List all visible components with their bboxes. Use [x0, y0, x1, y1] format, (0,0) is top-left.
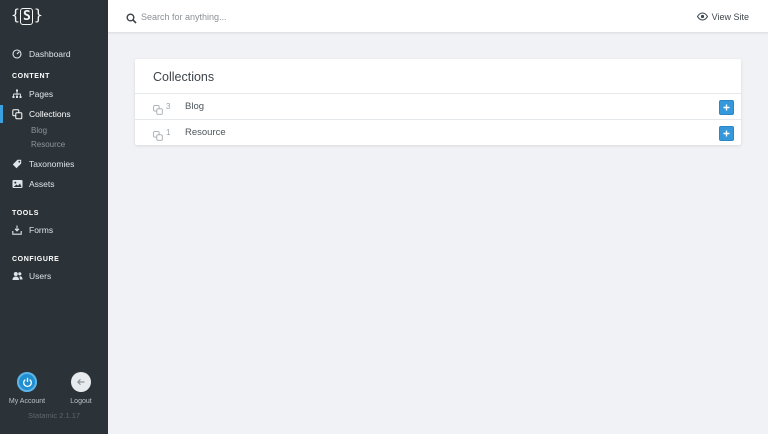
- section-content-title: CONTENT: [12, 73, 51, 80]
- logout-button[interactable]: Logout: [61, 372, 101, 405]
- nav-users[interactable]: Users: [0, 267, 108, 285]
- sitemap-icon: [11, 88, 23, 100]
- table-row[interactable]: 3 Blog: [135, 93, 741, 119]
- nav-dashboard-label: Dashboard: [29, 49, 71, 59]
- view-site-link[interactable]: View Site: [696, 11, 749, 22]
- nav-pages-label: Pages: [29, 89, 54, 99]
- nav-collections-label: Collections: [29, 109, 71, 119]
- inbox-download-icon: [11, 224, 23, 236]
- collection-name-link[interactable]: Blog: [185, 101, 204, 112]
- section-configure-title: CONFIGURE: [12, 256, 60, 263]
- collection-name-link[interactable]: Resource: [185, 127, 226, 138]
- add-entry-button[interactable]: [719, 126, 734, 141]
- statamic-logo[interactable]: {S}: [11, 6, 43, 25]
- sidebar: {S} Dashboard CONTENT Pages Collections …: [0, 0, 108, 434]
- eye-icon: [696, 11, 708, 22]
- plus-icon: [723, 104, 730, 111]
- entry-count: 3: [166, 102, 171, 111]
- nav-pages[interactable]: Pages: [0, 85, 108, 103]
- section-tools-title: TOOLS: [12, 210, 39, 217]
- my-account-button[interactable]: My Account: [7, 372, 47, 405]
- nav-forms-label: Forms: [29, 225, 54, 235]
- add-entry-button[interactable]: [719, 100, 734, 115]
- collection-icon: [153, 128, 163, 141]
- image-icon: [11, 178, 23, 190]
- nav-users-label: Users: [29, 271, 52, 281]
- search-input[interactable]: [141, 8, 561, 25]
- page-title: Collections: [153, 70, 215, 84]
- nav-assets-label: Assets: [29, 179, 55, 189]
- plus-icon: [723, 130, 730, 137]
- power-icon: [17, 372, 37, 392]
- arrow-left-icon: [71, 372, 91, 392]
- collections-card: Collections 3 Blog 1 Resource: [135, 59, 741, 145]
- sub-item-blog[interactable]: Blog: [31, 126, 47, 135]
- view-site-label: View Site: [711, 11, 749, 22]
- nav-forms[interactable]: Forms: [0, 221, 108, 239]
- version-label: Statamic 2.1.17: [27, 411, 81, 420]
- nav-assets[interactable]: Assets: [0, 175, 108, 193]
- entry-count: 1: [166, 128, 171, 137]
- nav-dashboard[interactable]: Dashboard: [0, 45, 108, 63]
- search-icon: [126, 11, 137, 24]
- topbar: View Site: [108, 0, 768, 33]
- nav-collections[interactable]: Collections: [0, 105, 108, 123]
- nav-taxonomies-label: Taxonomies: [29, 159, 75, 169]
- sub-item-resource[interactable]: Resource: [31, 140, 65, 149]
- nav-taxonomies[interactable]: Taxonomies: [0, 155, 108, 173]
- collections-icon: [11, 108, 23, 120]
- logout-label: Logout: [70, 398, 92, 405]
- users-icon: [11, 270, 23, 282]
- tag-icon: [11, 158, 23, 170]
- my-account-label: My Account: [8, 398, 46, 405]
- collection-icon: [153, 102, 163, 115]
- table-row[interactable]: 1 Resource: [135, 119, 741, 145]
- dashboard-icon: [11, 48, 23, 60]
